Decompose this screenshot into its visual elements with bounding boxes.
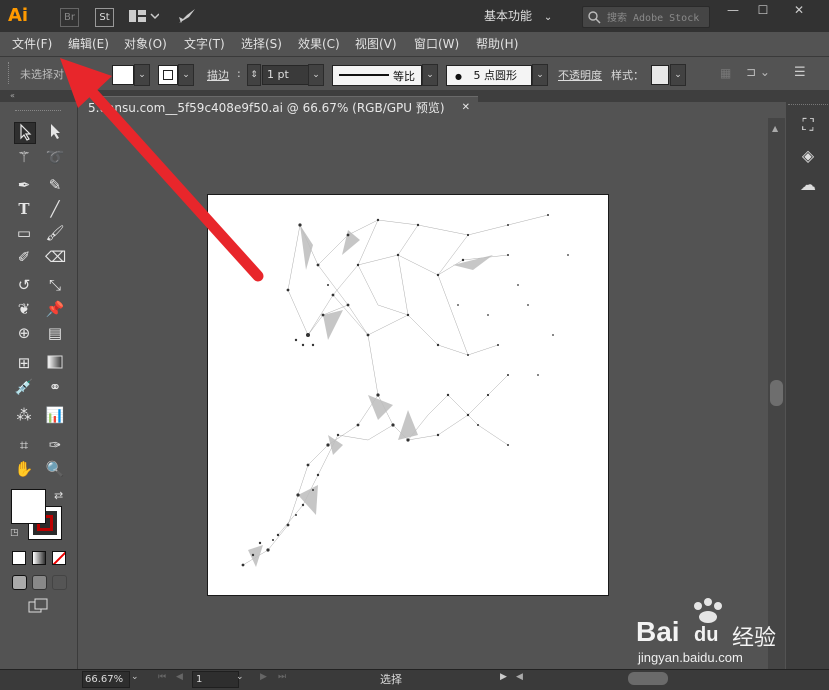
libraries-icon[interactable]: ⛶: [797, 114, 819, 136]
watermark-jingyan: 经验: [732, 626, 777, 651]
zoom-level-field[interactable]: 66.67%: [82, 671, 130, 688]
scroll-left-icon[interactable]: ◀: [516, 672, 523, 682]
layers-icon[interactable]: ◈: [797, 145, 819, 167]
last-artboard-icon[interactable]: ⏭: [278, 672, 286, 682]
dock-grip[interactable]: [788, 104, 828, 107]
artboard-number-field[interactable]: 1: [192, 671, 239, 688]
horizontal-scroll-thumb[interactable]: [628, 672, 668, 685]
status-mode-label: 选择: [380, 673, 402, 686]
baidu-paw-logo: [694, 598, 722, 623]
watermark-brand: Bai: [636, 616, 680, 647]
previous-artboard-icon[interactable]: ◀: [176, 672, 183, 682]
status-menu-icon[interactable]: ▶: [500, 672, 507, 682]
zoom-dropdown-icon[interactable]: ⌄: [131, 672, 143, 686]
next-artboard-icon[interactable]: ▶: [260, 672, 267, 682]
creative-cloud-icon[interactable]: ☁: [797, 174, 819, 196]
red-arrow-annotation: [60, 58, 264, 282]
watermark-url: jingyan.baidu.com: [638, 650, 743, 665]
first-artboard-icon[interactable]: ⏮: [158, 672, 166, 682]
baidu-jingyan-watermark: Bai du 经验 jingyan.baidu.com: [636, 598, 826, 668]
watermark-brand-du: du: [694, 624, 719, 646]
artboard-dropdown-icon[interactable]: ⌄: [236, 672, 244, 682]
